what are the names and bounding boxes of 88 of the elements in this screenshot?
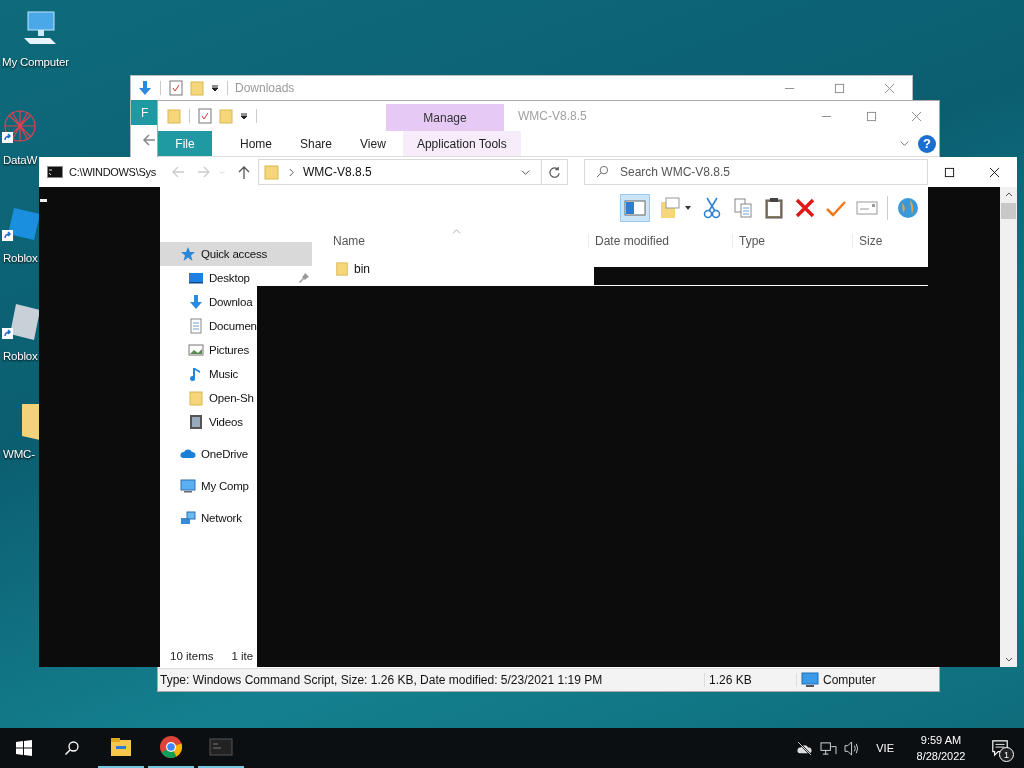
status-text: Type: Windows Command Script, Size: 1.26 KB, Date modified: 5/23/2021 1:19 PM: [158, 673, 705, 687]
refresh-button[interactable]: [542, 159, 568, 185]
picture-icon: [188, 342, 204, 358]
folder-icon: [264, 164, 280, 180]
back-arrow-icon[interactable]: [141, 132, 157, 148]
help-button[interactable]: ?: [918, 134, 936, 153]
window-title: WMC-V8.8.5: [518, 108, 587, 125]
ribbon-tab[interactable]: View: [346, 131, 400, 156]
clipboard-icon[interactable]: [763, 197, 785, 219]
desktop-icon-label[interactable]: WMC-: [3, 448, 35, 460]
status-text: Computer: [823, 673, 876, 687]
app-icon[interactable]: [0, 302, 40, 342]
dropdown-icon[interactable]: [684, 204, 692, 212]
search-icon: [596, 165, 609, 178]
selection-count: 1 ite: [231, 650, 254, 662]
language-indicator[interactable]: VIE: [876, 742, 894, 754]
nav-item[interactable]: Quick access: [160, 242, 312, 266]
film-icon: [188, 414, 204, 430]
browser-icon: [159, 735, 183, 759]
nav-item[interactable]: My Comp: [160, 478, 249, 494]
search-field[interactable]: Search WMC-V8.8.5: [584, 159, 928, 185]
close-icon[interactable]: [989, 166, 1000, 178]
star-icon: [180, 246, 196, 262]
desktop-icon: [188, 270, 204, 286]
nav-item[interactable]: Network: [160, 510, 242, 526]
column-header[interactable]: Size: [852, 234, 912, 248]
window-title: Downloads: [235, 81, 295, 95]
download-arrow-icon: [188, 294, 204, 310]
clock[interactable]: 9:59 AM 8/28/2022: [906, 732, 976, 764]
column-header[interactable]: Type: [732, 234, 852, 248]
console-icon: [209, 735, 233, 759]
nav-item[interactable]: Open-Sh: [160, 390, 254, 406]
network-icon[interactable]: [820, 740, 838, 756]
address-bar[interactable]: WMC-V8.8.5: [258, 159, 542, 185]
globe-icon[interactable]: [897, 197, 919, 219]
folder-icon: [109, 735, 133, 759]
dropdown-icon[interactable]: [210, 83, 220, 93]
network-icon: [180, 510, 196, 526]
nav-item[interactable]: OneDrive: [160, 446, 248, 462]
preview-pane-button[interactable]: [620, 194, 650, 222]
notification-badge: 1: [999, 747, 1014, 762]
address-text: WMC-V8.8.5: [303, 165, 372, 179]
context-tab-group: Manage: [386, 104, 504, 131]
search-icon[interactable]: [64, 740, 80, 756]
nav-item[interactable]: Pictures: [160, 342, 249, 358]
desktop-icon-label[interactable]: Roblox: [3, 252, 38, 264]
nav-item[interactable]: Desktop: [160, 270, 312, 286]
properties-icon[interactable]: [197, 108, 213, 124]
item-count: 10 items: [170, 650, 214, 662]
properties-icon[interactable]: [168, 80, 184, 96]
nav-item[interactable]: Videos: [160, 414, 243, 430]
delete-icon[interactable]: [794, 197, 816, 219]
computer-icon: [180, 478, 196, 494]
column-header[interactable]: Name: [327, 234, 588, 248]
document-icon: [188, 318, 204, 334]
windows-logo-icon[interactable]: [16, 740, 32, 756]
nav-item[interactable]: Music: [160, 366, 239, 382]
column-header[interactable]: Date modified: [588, 234, 732, 248]
maximize-icon[interactable]: [944, 166, 955, 178]
expand-ribbon-icon[interactable]: [899, 138, 910, 149]
console-icon: [47, 166, 63, 178]
desktop-icon-label[interactable]: My Computer: [2, 56, 69, 68]
message-icon: [991, 739, 1009, 757]
refresh-icon: [548, 165, 561, 179]
folder-icon: [335, 261, 349, 277]
status-text: 1.26 KB: [705, 673, 797, 687]
download-arrow-icon: [137, 80, 153, 96]
file-name[interactable]: bin: [354, 262, 370, 276]
scissors-icon[interactable]: [701, 197, 723, 219]
copy-icon[interactable]: [732, 197, 754, 219]
nav-item[interactable]: Downloa: [160, 294, 253, 310]
ribbon-tab[interactable]: Share: [286, 131, 347, 156]
nav-item[interactable]: Documen: [160, 318, 257, 334]
desktop-icon-label[interactable]: Roblox: [3, 350, 38, 362]
notification-center-button[interactable]: 1: [980, 728, 1020, 768]
folder-icon: [188, 390, 204, 406]
up-arrow-icon[interactable]: [236, 164, 252, 180]
cloud-off-icon[interactable]: [796, 740, 814, 756]
scrollbar[interactable]: [1000, 187, 1017, 667]
computer-icon: [801, 672, 819, 688]
sort-caret-icon: [452, 229, 461, 234]
desktop-icon-label[interactable]: DataW: [3, 154, 38, 166]
pin-icon[interactable]: [298, 272, 310, 284]
ribbon-tab[interactable]: Home: [226, 131, 286, 156]
window-title: C:\WINDOWS\Sys: [69, 166, 156, 178]
scroll-thumb[interactable]: [1001, 203, 1016, 219]
chevron-icon: [288, 167, 295, 177]
dropdown-icon[interactable]: [239, 111, 249, 121]
